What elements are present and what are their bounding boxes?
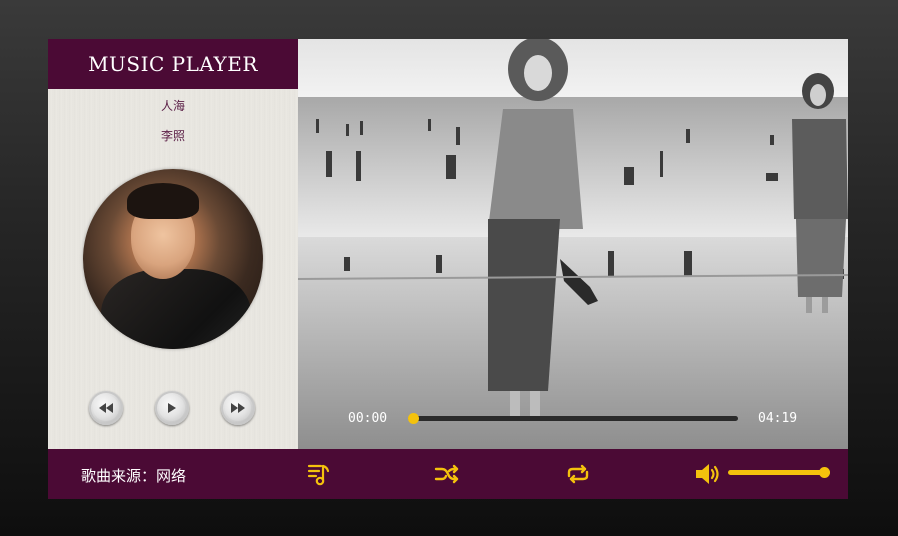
song-artist: 李照: [160, 129, 185, 143]
album-cover: [83, 169, 263, 349]
title-bar: MUSIC PLAYER: [48, 39, 298, 89]
app-title: MUSIC PLAYER: [88, 52, 258, 76]
cover-figure-hair: [127, 183, 199, 219]
next-button[interactable]: [221, 391, 255, 425]
playlist-button[interactable]: [306, 462, 332, 486]
bottom-bar: 歌曲来源：网络: [48, 449, 848, 499]
repeat-icon: [567, 464, 589, 484]
info-panel: MUSIC PLAYER 人海 李照: [48, 39, 298, 449]
progress-row: 00:00 04:19: [298, 407, 848, 431]
music-player: MUSIC PLAYER 人海 李照 00:00 04:19 歌曲来源：网络: [48, 39, 848, 499]
previous-button[interactable]: [89, 391, 123, 425]
volume-button[interactable]: [694, 461, 720, 485]
background-photo: [298, 39, 848, 449]
volume-slider[interactable]: [728, 467, 830, 478]
volume-icon: [696, 464, 719, 484]
volume-fill: [728, 470, 830, 475]
fast-forward-icon: [231, 403, 245, 413]
progress-handle[interactable]: [408, 413, 419, 424]
song-source-label: 歌曲来源：网络: [81, 467, 187, 485]
repeat-button[interactable]: [565, 462, 591, 486]
shuffle-button[interactable]: [434, 462, 460, 486]
beach-scene-image: [298, 39, 848, 449]
cover-figure-coat: [101, 269, 251, 349]
rewind-icon: [99, 403, 113, 413]
play-icon: [168, 403, 176, 413]
progress-bar[interactable]: [408, 413, 738, 424]
total-time: 04:19: [758, 411, 798, 426]
play-button[interactable]: [155, 391, 189, 425]
volume-handle[interactable]: [819, 467, 830, 478]
song-title: 人海: [160, 99, 185, 113]
playlist-icon: [307, 464, 330, 486]
shuffle-icon: [434, 464, 459, 484]
current-time: 00:00: [348, 411, 388, 426]
